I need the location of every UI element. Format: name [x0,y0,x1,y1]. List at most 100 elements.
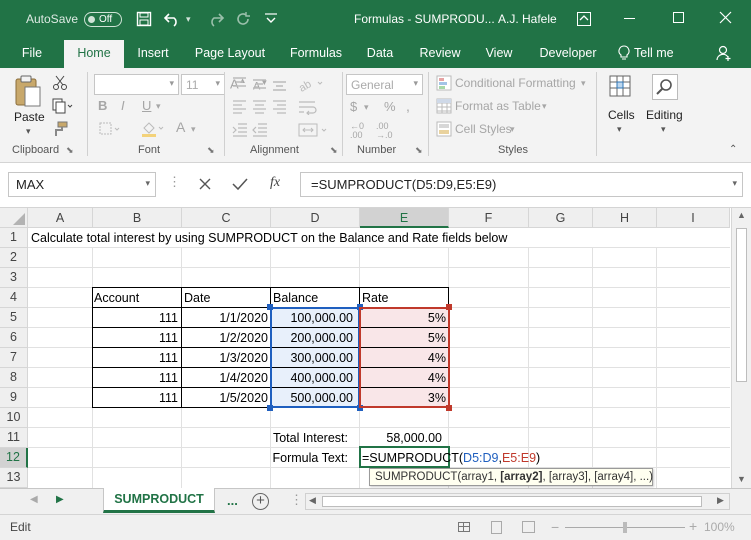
zoom-in-icon[interactable]: + [689,518,697,534]
indent-icon[interactable] [232,122,272,138]
share-icon[interactable] [716,45,732,61]
vertical-scroll-thumb[interactable] [736,228,747,382]
collapse-ribbon-icon[interactable]: ⌃ [729,144,737,155]
tab-developer[interactable]: Developer [532,38,604,68]
font-size-select[interactable]: 11 ▾ [181,74,225,95]
paste-dropdown-icon[interactable]: ▾ [26,126,31,137]
orientation-icon[interactable]: ab [298,76,324,92]
format-as-table-button[interactable]: Format as Table [455,99,541,113]
conditional-formatting-icon[interactable] [436,75,452,91]
undo-dropdown-icon[interactable]: ▾ [186,0,191,38]
column-header-g[interactable]: G [529,208,593,228]
editing-button[interactable]: Editing [646,108,683,122]
column-header-d[interactable]: D [271,208,360,228]
editing-dropdown-icon[interactable]: ▾ [661,124,666,135]
row-header-12[interactable]: 12 [0,448,28,468]
cells-button[interactable]: Cells [608,108,635,122]
increase-decimal-icon[interactable]: ←0.00 [350,122,364,140]
bold-icon[interactable]: B [98,98,107,113]
page-break-view-icon[interactable] [522,521,535,533]
row-header-8[interactable]: 8 [0,368,28,388]
cut-icon[interactable] [52,75,68,91]
row-header-5[interactable]: 5 [0,308,28,328]
ribbon-display-options-icon[interactable] [576,11,592,27]
scroll-right-icon[interactable]: ▶ [717,495,724,506]
column-header-c[interactable]: C [182,208,271,228]
column-header-e[interactable]: E [360,208,449,228]
column-header-h[interactable]: H [593,208,657,228]
vertical-scrollbar[interactable]: ▲ ▼ [731,208,751,488]
align-top-icon[interactable] [232,76,292,92]
cells-dropdown-icon[interactable]: ▾ [617,124,622,135]
copy-icon[interactable] [52,98,74,114]
font-color-dropdown-icon[interactable]: ▾ [191,124,196,135]
sheet-tab-sumproduct[interactable]: SUMPRODUCT [103,488,215,513]
fill-color-icon[interactable] [140,120,166,138]
next-sheet-icon[interactable]: ▶ [56,494,64,505]
tab-page-layout[interactable]: Page Layout [186,38,274,68]
insert-function-icon[interactable]: fx [270,175,280,191]
percent-icon[interactable]: % [384,99,396,114]
row-header-7[interactable]: 7 [0,348,28,368]
column-header-b[interactable]: B [93,208,182,228]
conditional-formatting-button[interactable]: Conditional Formatting [455,76,576,90]
zoom-out-icon[interactable]: − [551,519,559,535]
underline-dropdown-icon[interactable]: ▾ [156,101,161,112]
close-icon[interactable] [719,11,732,24]
tell-me-search[interactable]: Tell me [634,38,680,68]
tab-splitter-icon[interactable]: ⋮ [290,492,303,508]
merge-center-icon[interactable] [298,122,328,138]
decrease-decimal-icon[interactable]: .00 →.0 [376,122,393,140]
format-as-table-dropdown-icon[interactable]: ▾ [542,101,547,112]
cell-styles-icon[interactable] [436,121,452,137]
redo-icon[interactable] [205,10,225,28]
font-color-icon[interactable]: A [176,119,185,135]
tab-view[interactable]: View [476,38,522,68]
refresh-icon[interactable] [234,10,252,28]
tab-file[interactable]: File [10,38,54,68]
tooltip-prefix[interactable]: SUMPRODUCT(array1, [375,471,500,483]
column-header-i[interactable]: I [657,208,730,228]
comma-style-icon[interactable]: , [406,98,410,114]
page-layout-view-icon[interactable] [491,521,502,534]
tab-formulas[interactable]: Formulas [282,38,350,68]
paste-button[interactable]: Paste [14,110,45,124]
autosave-toggle[interactable]: Off [84,12,122,27]
cell-styles-button[interactable]: Cell Styles [455,122,512,136]
undo-icon[interactable] [163,10,183,28]
range-handle[interactable] [446,405,452,411]
tab-review[interactable]: Review [412,38,468,68]
prev-sheet-icon[interactable]: ◀ [30,494,38,505]
scroll-down-icon[interactable]: ▼ [737,474,746,484]
range-handle[interactable] [267,405,273,411]
expand-formula-icon[interactable]: ▾ [732,178,737,189]
conditional-formatting-dropdown-icon[interactable]: ▾ [581,78,586,89]
cancel-icon[interactable] [198,177,212,191]
cell-styles-dropdown-icon[interactable]: ▾ [510,124,515,135]
number-format-select[interactable]: General ▾ [346,74,423,95]
customize-toolbar-icon[interactable] [263,10,279,26]
minimize-icon[interactable] [624,18,635,19]
currency-icon[interactable]: $ [350,99,357,114]
format-as-table-icon[interactable] [436,98,452,114]
horizontal-scrollbar[interactable]: ◀ ▶ [305,493,730,510]
scroll-up-icon[interactable]: ▲ [737,210,746,220]
row-header-9[interactable]: 9 [0,388,28,408]
clipboard-launcher-icon[interactable]: ⬊ [66,145,74,156]
alignment-launcher-icon[interactable]: ⬊ [330,145,338,156]
enter-icon[interactable] [232,177,248,191]
range-handle[interactable] [446,304,452,310]
row-header-1[interactable]: 1 [0,228,28,248]
font-launcher-icon[interactable]: ⬊ [207,145,215,156]
number-launcher-icon[interactable]: ⬊ [415,145,423,156]
name-box[interactable]: MAX ▾ [8,172,156,197]
paste-icon[interactable] [14,74,42,108]
worksheet-grid[interactable]: A B C D E F G H I 1 2 3 4 5 6 7 8 9 10 1… [0,208,751,488]
column-header-a[interactable]: A [28,208,93,228]
tab-home[interactable]: Home [64,40,124,68]
zoom-level[interactable]: 100% [704,520,735,534]
select-all-corner[interactable] [0,208,28,228]
italic-icon[interactable]: I [121,98,125,113]
range-handle[interactable] [267,304,273,310]
row-header-13[interactable]: 13 [0,468,28,488]
